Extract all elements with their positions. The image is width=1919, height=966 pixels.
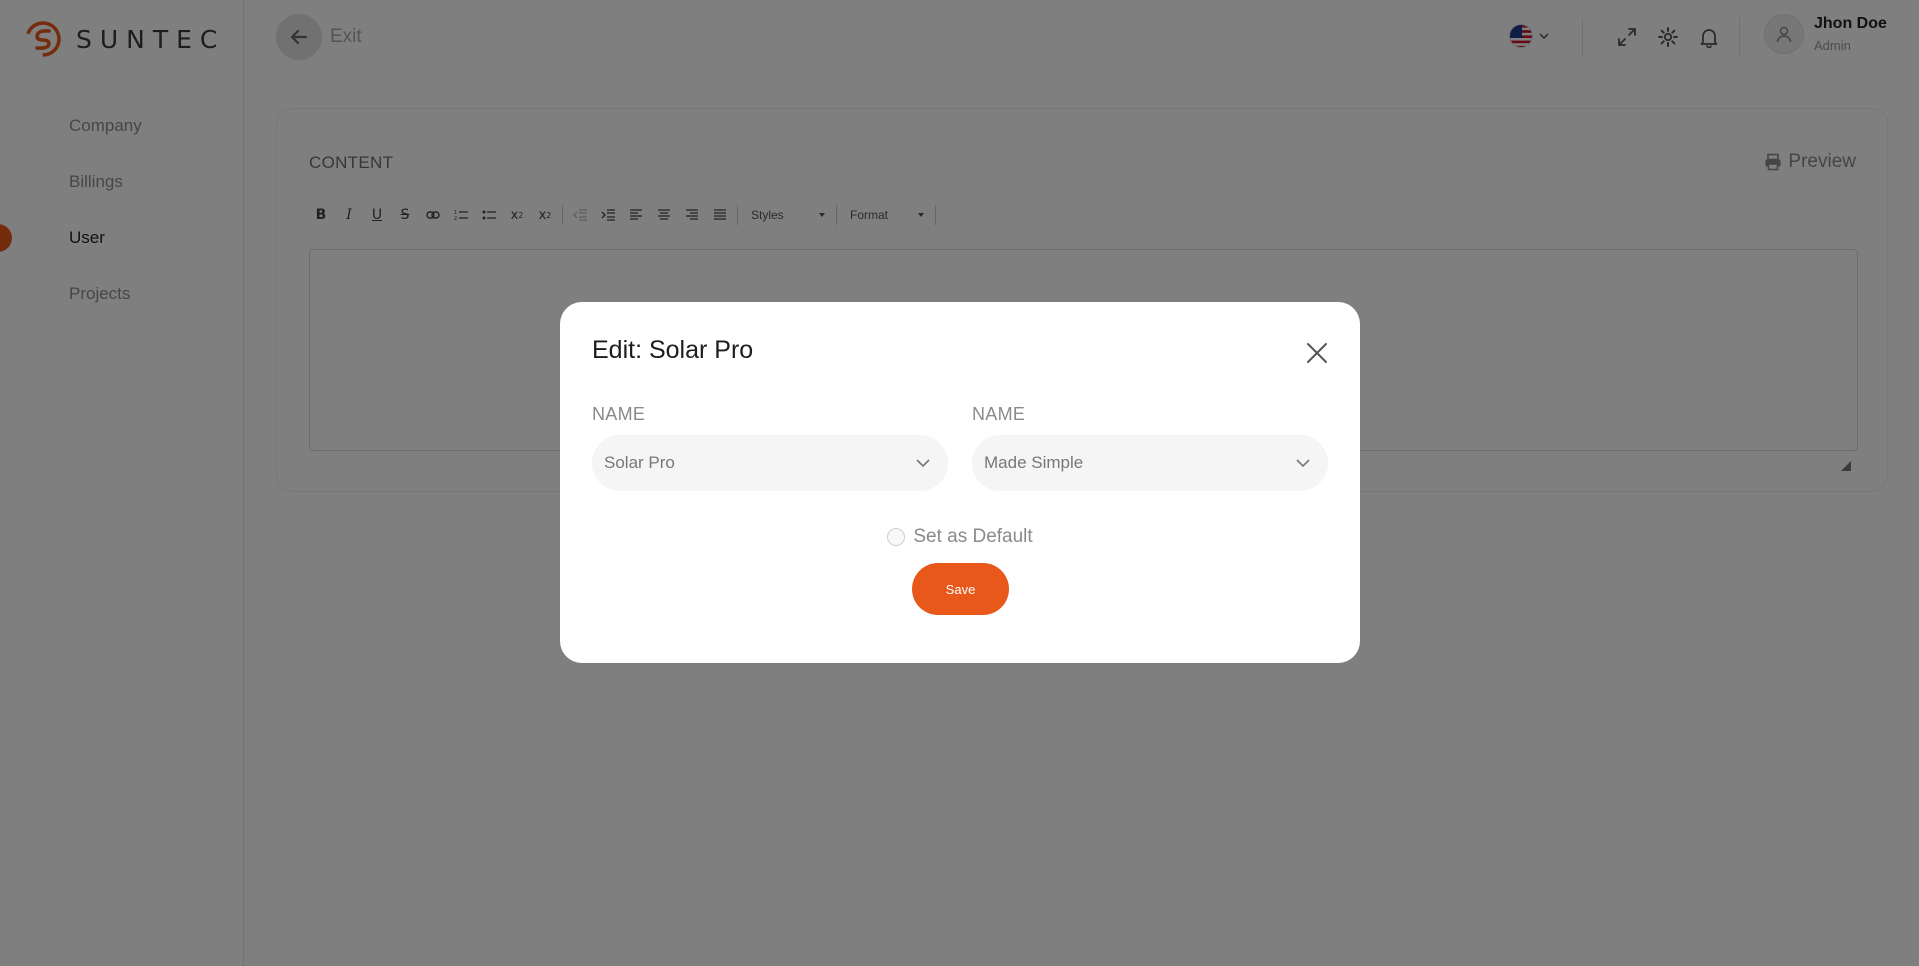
save-button[interactable]: Save (912, 563, 1009, 615)
modal-title: Edit: Solar Pro (592, 336, 754, 364)
set-default-radio[interactable] (887, 528, 906, 546)
select-value: Solar Pro (604, 453, 675, 472)
field-label: NAME (972, 404, 1026, 424)
chevron-down-icon (916, 459, 930, 468)
edit-modal: Edit: Solar Pro NAME Solar Pro NAME Made… (560, 302, 1360, 663)
close-icon (1307, 343, 1327, 363)
name-field-2: NAME Made Simple (972, 404, 1328, 491)
name-select-1[interactable]: Solar Pro (592, 435, 948, 491)
field-label: NAME (592, 404, 646, 424)
name-field-1: NAME Solar Pro (592, 404, 948, 491)
name-select-2[interactable]: Made Simple (972, 435, 1328, 491)
set-default-option[interactable]: Set as Default (560, 526, 1360, 548)
set-default-label: Set as Default (913, 526, 1033, 547)
close-button[interactable] (1302, 338, 1332, 368)
chevron-down-icon (1296, 459, 1310, 468)
select-value: Made Simple (984, 453, 1084, 472)
